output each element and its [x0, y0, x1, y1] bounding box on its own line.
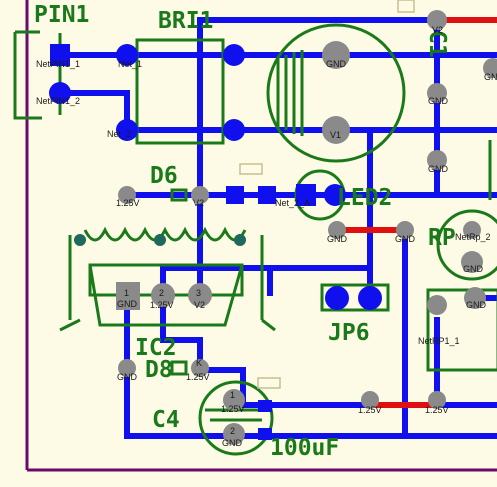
pad-netrp1: [427, 295, 447, 315]
pad-bri1-4: [223, 119, 245, 141]
ref-d8: D8: [145, 357, 173, 383]
ref-rp: RP: [428, 225, 456, 251]
net-label-125-b: 1.25V: [425, 405, 449, 415]
small-pad-top: [397, 0, 415, 13]
net-label-rp-gnd2: GND: [466, 300, 487, 310]
net-label-pin1-2: NetPIN1_2: [36, 96, 80, 106]
pin-ic2-2: 2: [159, 288, 164, 298]
net-label-125-a: 1.25V: [358, 405, 382, 415]
net-label-pin1-1: NetPIN1_1: [36, 59, 80, 69]
net-label-gnd-b: GND: [428, 164, 449, 174]
pin-ic2-3: 3: [196, 288, 201, 298]
pin-c4-2: 2: [230, 426, 235, 436]
pad-led-b: [258, 186, 276, 204]
net-label-ic2-125: 1.25V: [150, 300, 174, 310]
ref-c4: C4: [152, 407, 180, 433]
mount-hole-1: [74, 234, 86, 246]
led-pad-outline: [239, 163, 263, 175]
net-label-d6-v2: V2: [193, 198, 204, 208]
net-label-gnd-c1: GND: [326, 59, 347, 69]
net-label-ic2-gnd: GND: [117, 299, 138, 309]
pad-jp6-2: [358, 286, 382, 310]
mount-hole-2: [154, 234, 166, 246]
net-label-rp-gnd: GND: [463, 264, 484, 274]
net-label-d8-gnd: GND: [117, 372, 138, 382]
net-label-d8-k: K: [196, 358, 202, 368]
net-label-gnd-a: GND: [428, 96, 449, 106]
pad-jp6-1: [325, 286, 349, 310]
c4-pad-right: [258, 400, 272, 412]
net-label-c4-gnd: GND: [222, 438, 243, 448]
net-label-gnd-led: GND: [327, 234, 348, 244]
pad-bri1-3: [223, 44, 245, 66]
net-label-led2-a: Net_2_A: [275, 198, 310, 208]
pin-c4-1: 1: [230, 390, 235, 400]
mount-hole-3: [234, 234, 246, 246]
net-label-bri1-2: Net_2: [107, 129, 131, 139]
pad-led-a: [226, 186, 244, 204]
value-c4: 100uF: [270, 435, 339, 461]
net-label-v2-top: V2: [432, 25, 443, 35]
net-label-d8-125: 1.25V: [186, 372, 210, 382]
c4-pad-outline: [257, 377, 281, 389]
ref-jp6: JP6: [328, 320, 370, 346]
net-label-v1: V1: [330, 130, 341, 140]
net-label-bri1-1: Net_1: [118, 59, 142, 69]
net-label-gnd-mid: GND: [395, 234, 416, 244]
pcb-layout-canvas: PIN1 BRI1 C1 D6 LED2 RP IC2 JP6 D8 C4 10…: [0, 0, 497, 487]
net-label-d6-125: 1.25V: [116, 198, 140, 208]
net-label-ic2-v2: V2: [194, 300, 205, 310]
net-label-gnd-c: GND: [484, 72, 497, 82]
pin-ic2-1: 1: [124, 288, 129, 298]
net-label-c4-125: 1.25V: [221, 404, 245, 414]
ref-led2: LED2: [337, 185, 392, 211]
net-label-rp1-1: NetRP1_1: [418, 336, 460, 346]
ref-pin1: PIN1: [34, 2, 89, 28]
ref-bri1: BRI1: [158, 8, 213, 34]
net-label-rp-2: NetRp_2: [455, 232, 491, 242]
ref-d6: D6: [150, 163, 178, 189]
